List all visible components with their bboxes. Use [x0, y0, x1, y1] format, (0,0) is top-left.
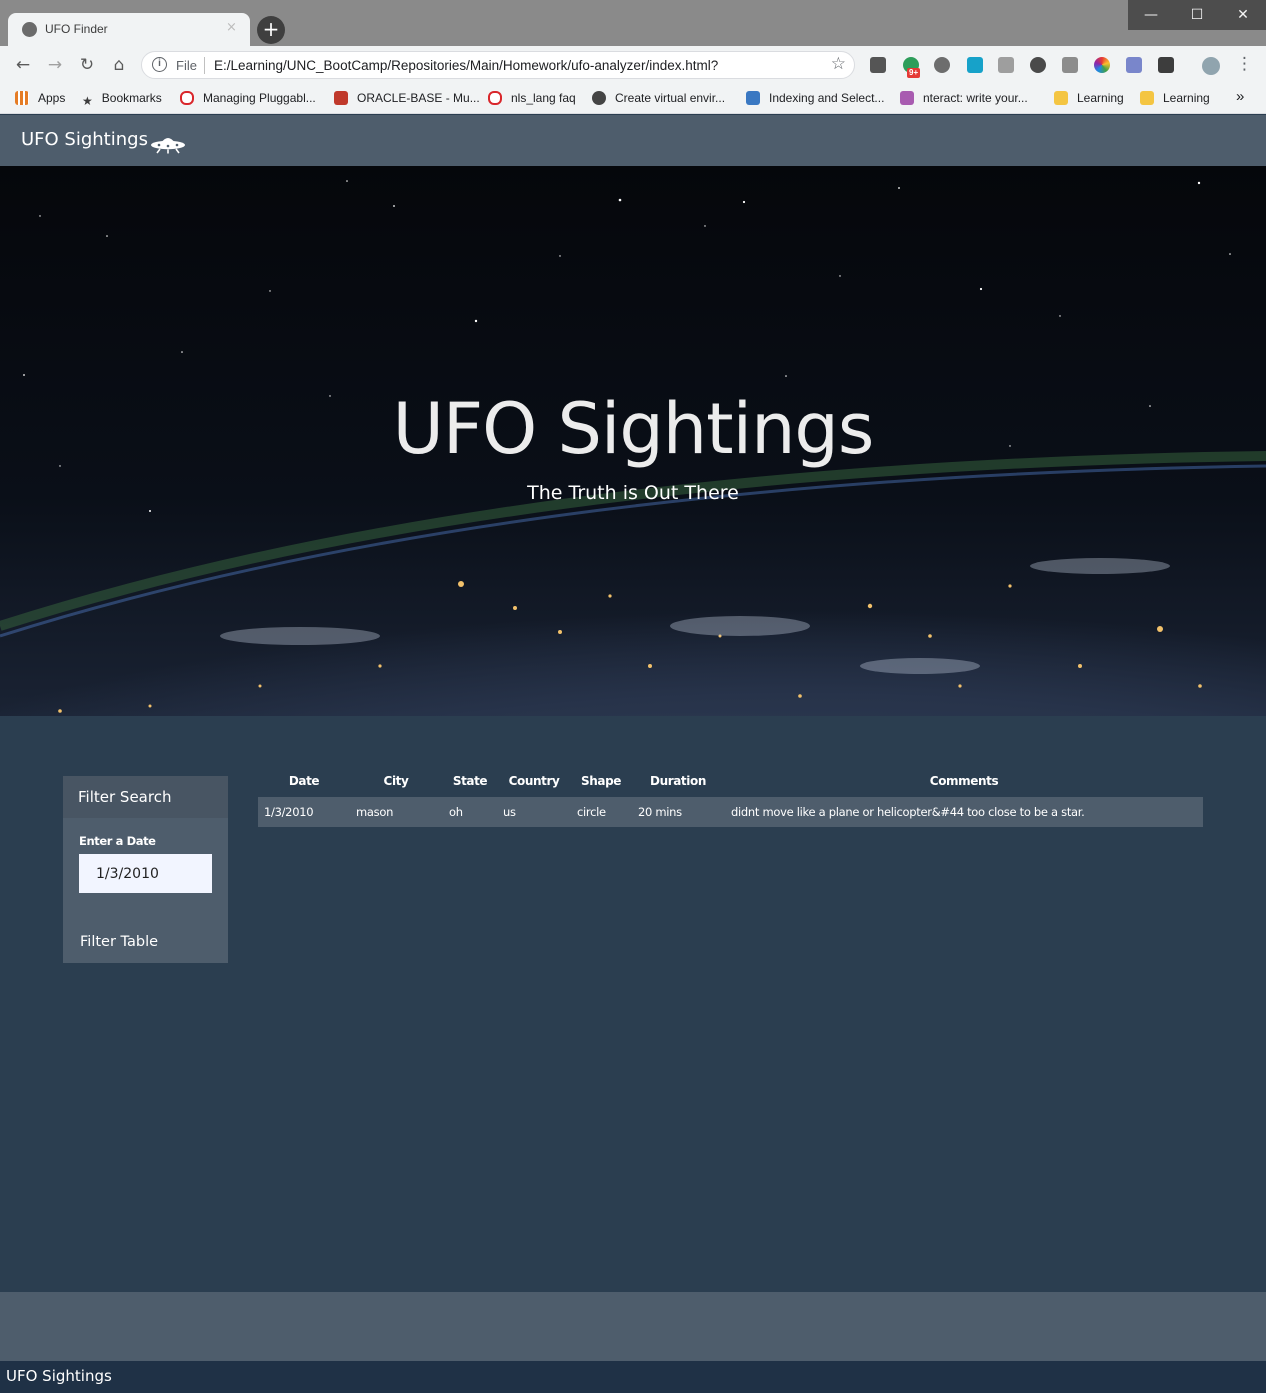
bookmark-label: Indexing and Select... [769, 91, 885, 105]
bookmark-oracle-base[interactable]: ORACLE-BASE - Mu... [334, 91, 480, 105]
cell-comments: didnt move like a plane or helicopter&#4… [731, 805, 1085, 819]
column-header-state: State [452, 774, 488, 788]
pulse-icon [746, 91, 760, 105]
extension-circle-icon[interactable] [1030, 57, 1046, 73]
oracle-icon [488, 91, 502, 105]
nteract-icon [900, 91, 914, 105]
cell-date: 1/3/2010 [264, 805, 314, 819]
table-header: Date City State Country Shape Duration C… [258, 771, 1203, 797]
profile-avatar[interactable] [1202, 57, 1220, 75]
cell-shape: circle [577, 805, 606, 819]
filter-table-button[interactable]: Filter Table [80, 934, 158, 950]
extension-script-icon[interactable] [870, 57, 886, 73]
filter-panel: Filter Search Enter a Date Filter Table [63, 776, 228, 963]
page-footer: UFO Sightings [0, 1361, 1266, 1393]
bookmark-label: Learning [1077, 91, 1124, 105]
site-navbar: UFO Sightings [0, 115, 1266, 166]
cell-city: mason [356, 805, 394, 819]
scheme-label: File [176, 58, 197, 73]
bookmarks-bar: Apps ★ Bookmarks Managing Pluggabl... ORA… [0, 84, 1266, 114]
column-header-duration: Duration [650, 774, 706, 788]
column-header-country: Country [508, 774, 560, 788]
cell-state: oh [449, 805, 463, 819]
close-window-button[interactable]: ✕ [1220, 0, 1266, 30]
bookmark-create-virtual-env[interactable]: Create virtual envir... [592, 91, 725, 105]
url-text[interactable]: E:/Learning/UNC_BootCamp/Repositories/Ma… [214, 58, 718, 73]
bookmark-nls-lang[interactable]: nls_lang faq [488, 91, 576, 105]
bookmarks-overflow-button[interactable]: » [1236, 88, 1244, 105]
reload-button[interactable]: ↻ [76, 54, 98, 76]
extension-m-icon[interactable] [1062, 57, 1078, 73]
column-header-comments: Comments [929, 774, 999, 788]
address-bar[interactable]: i File E:/Learning/UNC_BootCamp/Reposito… [141, 51, 855, 79]
globe-icon [22, 22, 37, 37]
bookmark-label: Create virtual envir... [615, 91, 726, 105]
hero-title: UFO Sightings [392, 388, 875, 470]
star-icon: ★ [82, 94, 93, 108]
extension-eyedropper-icon[interactable] [1126, 57, 1142, 73]
bookmark-managing-pluggable[interactable]: Managing Pluggabl... [180, 91, 316, 105]
address-divider [204, 57, 205, 74]
info-icon[interactable]: i [152, 57, 167, 72]
bookmark-indexing[interactable]: Indexing and Select... [746, 91, 884, 105]
home-button[interactable]: ⌂ [108, 54, 130, 76]
extension-crop-icon[interactable] [1158, 57, 1174, 73]
back-button[interactable]: ← [12, 54, 34, 76]
browser-menu-icon[interactable]: ⋮ [1236, 54, 1253, 74]
navbar-brand[interactable]: UFO Sightings [21, 129, 148, 150]
globe-icon [592, 91, 606, 105]
bookmark-label: nls_lang faq [511, 91, 576, 105]
sightings-table: Date City State Country Shape Duration C… [258, 771, 1203, 827]
footer-text: UFO Sightings [6, 1367, 112, 1385]
extension-gear-icon[interactable] [934, 57, 950, 73]
column-header-city: City [383, 774, 409, 788]
bookmark-apps[interactable]: Apps [15, 91, 65, 105]
bookmark-folder-learning[interactable]: Learning [1054, 91, 1124, 105]
maximize-button[interactable]: ☐ [1174, 0, 1220, 30]
tab-close-button[interactable]: × [226, 20, 237, 35]
filter-heading: Filter Search [78, 788, 172, 806]
ufo-icon [151, 138, 185, 154]
bookmark-label: nteract: write your... [923, 91, 1028, 105]
extension-colorwheel-icon[interactable] [1094, 57, 1110, 73]
footer-band [0, 1292, 1266, 1361]
date-label: Enter a Date [79, 834, 156, 848]
browser-titlebar: UFO Finder × + — ☐ ✕ [0, 0, 1266, 46]
main-content: Filter Search Enter a Date Filter Table … [0, 716, 1266, 1292]
folder-icon [1140, 91, 1154, 105]
bookmark-star-icon[interactable]: ☆ [831, 54, 846, 74]
folder-icon [1054, 91, 1068, 105]
extension-badge: 9+ [907, 68, 921, 78]
tab-title: UFO Finder [45, 22, 108, 36]
bookmark-label: Apps [38, 91, 66, 105]
extension-translate-icon[interactable] [967, 57, 983, 73]
column-header-shape: Shape [580, 774, 622, 788]
bookmark-bookmarks[interactable]: ★ Bookmarks [82, 91, 162, 108]
bookmark-label: Learning [1163, 91, 1210, 105]
bookmark-label: Managing Pluggabl... [203, 91, 316, 105]
minimize-button[interactable]: — [1128, 0, 1174, 30]
forward-button[interactable]: → [44, 54, 66, 76]
apps-grid-icon [15, 91, 29, 105]
browser-tab[interactable]: UFO Finder × [8, 13, 250, 46]
table-row: 1/3/2010 mason oh us circle 20 mins didn… [258, 797, 1203, 827]
new-tab-button[interactable]: + [257, 16, 285, 44]
cell-duration: 20 mins [638, 805, 682, 819]
hero-subtitle: The Truth is Out There [527, 482, 739, 504]
filter-panel-header: Filter Search [63, 776, 228, 818]
oracle-base-icon [334, 91, 348, 105]
bookmark-label: Bookmarks [101, 91, 162, 105]
column-header-date: Date [288, 774, 320, 788]
bookmark-label: ORACLE-BASE - Mu... [357, 91, 480, 105]
hero-banner: UFO Sightings The Truth is Out There [0, 166, 1266, 716]
date-input[interactable] [79, 854, 212, 893]
oracle-icon [180, 91, 194, 105]
extension-avg-icon[interactable] [998, 57, 1014, 73]
bookmark-folder-learning[interactable]: Learning [1140, 91, 1210, 105]
cell-country: us [503, 805, 516, 819]
browser-toolbar: ← → ↻ ⌂ i File E:/Learning/UNC_BootCamp/… [0, 46, 1266, 84]
bookmark-nteract[interactable]: nteract: write your... [900, 91, 1028, 105]
